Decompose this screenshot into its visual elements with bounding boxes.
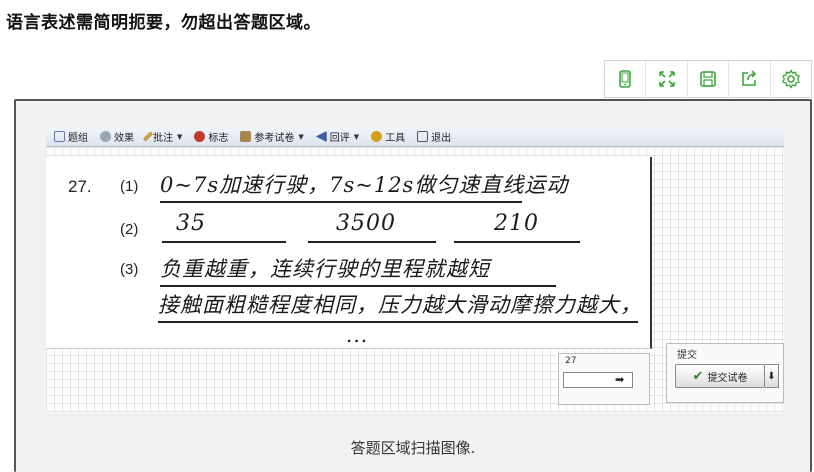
fullscreen-button[interactable] [646,61,688,97]
share-icon [742,70,757,86]
submit-group: 提交 ✔ 提交试卷 ⬇ [666,343,784,403]
pencil-icon [142,131,154,142]
underline [454,241,580,243]
part3-answer-line2: 接触面粗糙程度相同，压力越大滑动摩擦力越大， [158,293,642,317]
arrow-down-icon[interactable]: ⬇ [765,364,779,388]
toolbar-effect[interactable]: 效果 [100,129,134,144]
submit-paper-button[interactable]: ✔ 提交试卷 [675,364,765,388]
reference-icon [240,131,252,142]
effect-icon [100,131,111,142]
share-button[interactable] [729,61,771,97]
toolbar-back-review[interactable]: 回评 ▼ [315,129,360,144]
underline [160,201,522,203]
part3-label: (3) [120,261,139,278]
part2-label: (2) [120,221,139,238]
part2-answer-3: 210 [494,211,539,236]
toolbar-reference[interactable]: 参考试卷 ▼ [240,129,304,144]
arrow-right-icon[interactable]: ➡ [615,373,624,386]
answer-sheet-image: 27. (1) 0~7s加速行驶，7s~12s做匀速直线运动 (2) 35 35… [46,157,652,349]
fullscreen-icon [658,71,675,87]
submit-legend: 提交 [677,350,697,361]
mark-icon [194,131,206,142]
toolbar-question-group[interactable]: 题组 [54,129,88,144]
toolbar-mark[interactable]: 标志 [194,129,228,144]
settings-button[interactable] [771,61,811,97]
underline [158,321,638,323]
tablet-button[interactable] [605,61,647,97]
scan-frame: 题组 效果 批注 ▼ 标志 参考试卷 ▼ 回评 ▼ 工具 退出 27. (1) 0~7… [14,99,812,472]
tablet-icon [619,70,632,88]
marking-toolbar: 题组 效果 批注 ▼ 标志 参考试卷 ▼ 回评 ▼ 工具 退出 [46,127,784,147]
toolbar-annotate[interactable]: 批注 ▼ [142,129,183,144]
marking-window: 题组 效果 批注 ▼ 标志 参考试卷 ▼ 回评 ▼ 工具 退出 27. (1) 0~7… [46,127,784,413]
part3-answer-line1: 负重越重，连续行驶的里程就越短 [160,257,490,281]
image-caption: 答题区域扫描图像. [350,439,476,457]
part2-answer-1: 35 [176,211,206,236]
exit-icon [417,131,429,142]
toolbar-tools[interactable]: 工具 [371,129,405,144]
score-label: 27 [565,356,577,366]
save-button[interactable] [688,61,730,97]
part2-answer-2: 3500 [336,211,396,236]
chevron-down-icon: ▼ [298,132,304,141]
underline [308,241,436,243]
question-number: 27. [68,177,92,196]
back-review-icon [315,131,327,142]
settings-icon [781,69,800,89]
part3-answer-line3: ... [346,323,369,347]
part1-answer: 0~7s加速行驶，7s~12s做匀速直线运动 [160,173,569,197]
underline [162,241,286,243]
instruction-text: 语言表述需简明扼要，勿超出答题区域。 [6,13,321,33]
toolbar-exit[interactable]: 退出 [417,129,451,144]
save-icon [700,71,716,87]
chevron-down-icon: ▼ [177,132,183,141]
score-box: 27 ➡ [558,353,650,405]
chevron-down-icon: ▼ [353,132,360,141]
part1-label: (1) [120,178,139,195]
underline [160,285,556,287]
tool-panel [604,60,812,98]
question-group-icon [54,131,65,142]
checkmark-icon: ✔ [692,368,704,384]
tool-icon [371,131,383,142]
